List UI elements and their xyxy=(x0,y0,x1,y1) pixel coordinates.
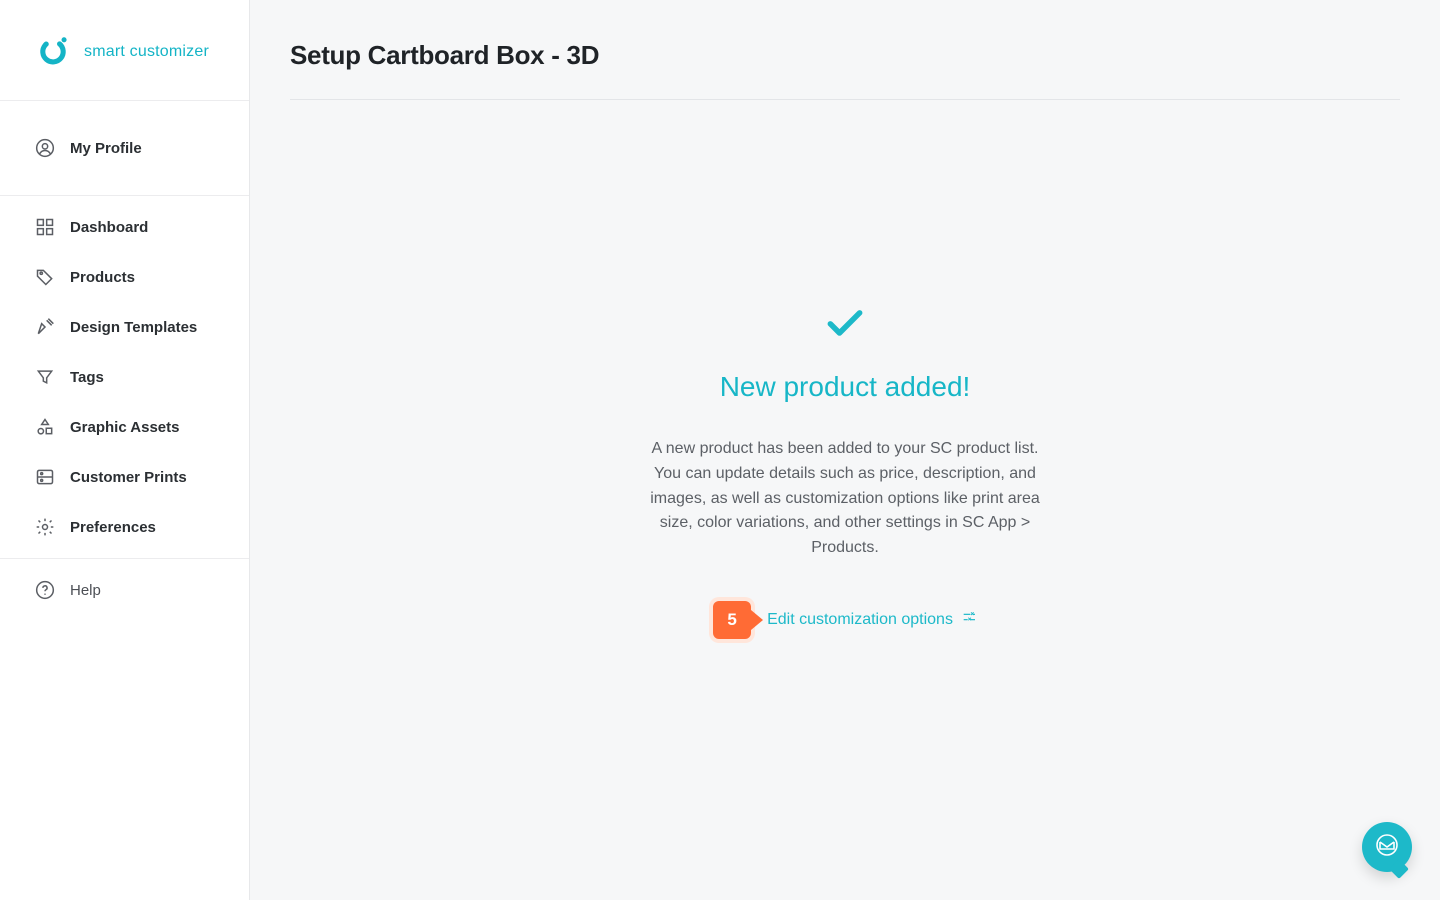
sidebar-item-label: Graphic Assets xyxy=(70,419,180,436)
edit-customization-link[interactable]: Edit customization options xyxy=(767,609,977,630)
step-number: 5 xyxy=(727,610,736,630)
success-panel: New product added! A new product has bee… xyxy=(290,300,1400,639)
user-icon xyxy=(34,137,56,159)
sidebar-item-tags[interactable]: Tags xyxy=(0,352,249,402)
right-edge-fade xyxy=(1400,0,1440,900)
sidebar-item-dashboard[interactable]: Dashboard xyxy=(0,202,249,252)
cta-row: 5 Edit customization options xyxy=(713,601,977,639)
gear-icon xyxy=(34,516,56,538)
design-icon xyxy=(34,316,56,338)
sidebar-item-my-profile[interactable]: My Profile xyxy=(0,123,249,173)
sidebar-item-label: Customer Prints xyxy=(70,469,187,486)
sidebar-item-label: Help xyxy=(70,582,101,599)
mail-icon xyxy=(1375,833,1399,862)
cta-link-label: Edit customization options xyxy=(767,611,953,629)
tag-icon xyxy=(34,266,56,288)
sidebar-item-customer-prints[interactable]: Customer Prints xyxy=(0,452,249,502)
help-icon xyxy=(34,579,56,601)
sidebar-item-graphic-assets[interactable]: Graphic Assets xyxy=(0,402,249,452)
page-title: Setup Cartboard Box - 3D xyxy=(290,40,1400,71)
chat-launcher-button[interactable] xyxy=(1362,822,1412,872)
success-title: New product added! xyxy=(720,371,971,403)
sidebar-item-products[interactable]: Products xyxy=(0,252,249,302)
sidebar-item-label: Design Templates xyxy=(70,319,197,336)
title-divider xyxy=(290,99,1400,100)
sidebar-item-design-templates[interactable]: Design Templates xyxy=(0,302,249,352)
sidebar-item-label: My Profile xyxy=(70,140,142,157)
sidebar-item-label: Products xyxy=(70,269,135,286)
main-area: Setup Cartboard Box - 3D New product add… xyxy=(250,0,1440,900)
brand-logo-icon xyxy=(36,33,70,72)
success-body: A new product has been added to your SC … xyxy=(640,437,1050,561)
sidebar-item-label: Tags xyxy=(70,369,104,386)
check-icon xyxy=(823,300,867,349)
sidebar-item-label: Dashboard xyxy=(70,219,148,236)
sidebar-item-preferences[interactable]: Preferences xyxy=(0,502,249,552)
sliders-icon xyxy=(961,609,977,630)
sidebar-item-label: Preferences xyxy=(70,519,156,536)
brand-name: smart customizer xyxy=(84,43,209,61)
brand-row: smart customizer xyxy=(0,0,249,100)
shapes-icon xyxy=(34,416,56,438)
sidebar: smart customizer My Profile Dashboard Pr… xyxy=(0,0,250,900)
dashboard-icon xyxy=(34,216,56,238)
filter-icon xyxy=(34,366,56,388)
prints-icon xyxy=(34,466,56,488)
step-badge: 5 xyxy=(713,601,751,639)
sidebar-item-help[interactable]: Help xyxy=(0,565,249,615)
